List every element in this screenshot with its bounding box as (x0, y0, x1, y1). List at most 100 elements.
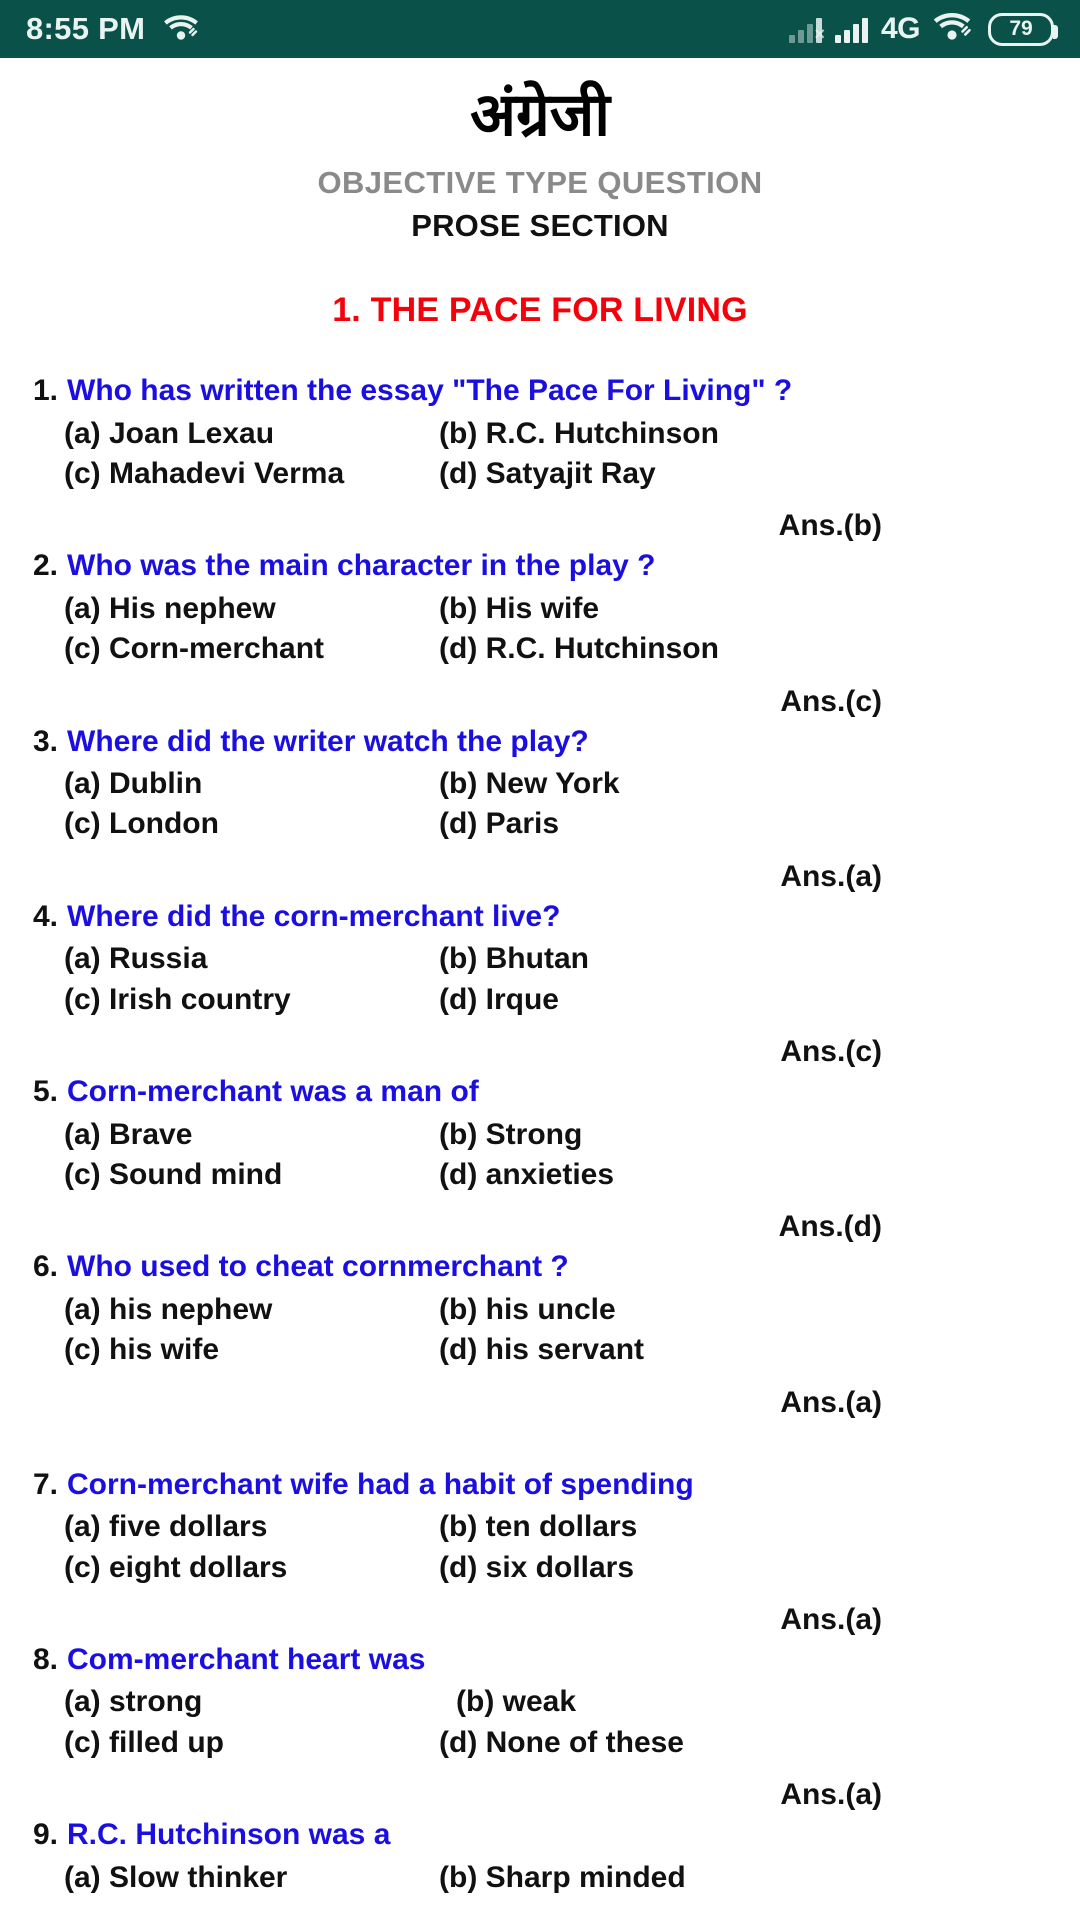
option-a[interactable]: (a) Slow thinker (64, 1859, 439, 1897)
question-number: 4. (32, 899, 58, 933)
option-row: (c) Irish country (d) Irque (0, 981, 1080, 1019)
question-item: 6. Who used to cheat cornmerchant ? (a) … (0, 1248, 1080, 1419)
option-group: (a) Russia (b) Bhutan (c) Irish country … (0, 940, 1080, 1019)
option-c[interactable]: (c) filled up (64, 1724, 439, 1762)
answer-row: Ans.(a) (0, 1778, 1080, 1812)
answer-label: Ans.(a) (780, 1778, 882, 1812)
option-d[interactable]: (d) Paris (439, 805, 559, 843)
status-bar-left: 8:55 PM (26, 11, 199, 47)
answer-row: Ans.(a) (0, 1386, 1080, 1420)
option-d[interactable]: (d) Satyajit Ray (439, 455, 656, 493)
option-row: (c) London (d) Paris (0, 805, 1080, 843)
question-item: 9. R.C. Hutchinson was a (a) Slow thinke… (0, 1816, 1080, 1897)
option-d[interactable]: (d) anxieties (439, 1156, 614, 1194)
wifi-link-icon (933, 12, 975, 47)
question-number: 5. (32, 1075, 58, 1109)
option-c[interactable]: (c) Sound mind (64, 1156, 439, 1194)
option-row: (c) filled up (d) None of these (0, 1724, 1080, 1762)
question-number: 2. (32, 549, 58, 583)
option-row: (a) Dublin (b) New York (0, 765, 1080, 803)
option-a[interactable]: (a) Brave (64, 1116, 439, 1154)
network-type-label: 4G (880, 12, 921, 45)
question-number: 3. (32, 724, 58, 758)
question-heading: 2. Who was the main character in the pla… (0, 547, 1080, 585)
question-item: 5. Corn-merchant was a man of (a) Brave … (0, 1073, 1080, 1244)
option-b[interactable]: (b) his uncle (439, 1291, 616, 1329)
question-number: 6. (32, 1250, 58, 1284)
question-number: 9. (32, 1818, 58, 1852)
status-bar-right: × 4G 79 (788, 12, 1058, 47)
option-d[interactable]: (d) six dollars (439, 1549, 634, 1587)
option-c[interactable]: (c) London (64, 805, 439, 843)
option-a[interactable]: (a) Russia (64, 940, 439, 978)
option-group: (a) Joan Lexau (b) R.C. Hutchinson (c) M… (0, 415, 1080, 494)
option-b[interactable]: (b) Strong (439, 1116, 582, 1154)
option-row: (a) Joan Lexau (b) R.C. Hutchinson (0, 415, 1080, 453)
question-text: Corn-merchant was a man of (67, 1075, 479, 1109)
option-b[interactable]: (b) Sharp minded (439, 1859, 686, 1897)
option-b[interactable]: (b) His wife (439, 590, 599, 628)
option-group: (a) Dublin (b) New York (c) London (d) P… (0, 765, 1080, 844)
option-c[interactable]: (c) eight dollars (64, 1549, 439, 1587)
option-row: (c) eight dollars (d) six dollars (0, 1549, 1080, 1587)
option-d[interactable]: (d) R.C. Hutchinson (439, 630, 719, 668)
option-d[interactable]: (d) his servant (439, 1331, 644, 1369)
option-a[interactable]: (a) strong (64, 1683, 456, 1721)
battery-level-label: 79 (1009, 17, 1033, 40)
question-item: 2. Who was the main character in the pla… (0, 547, 1080, 718)
option-row: (a) strong (b) weak (0, 1683, 1080, 1721)
option-b[interactable]: (b) ten dollars (439, 1508, 637, 1546)
chapter-title: 1. THE PACE FOR LIVING (332, 291, 748, 329)
option-c[interactable]: (c) Irish country (64, 981, 439, 1019)
option-d[interactable]: (d) None of these (439, 1724, 684, 1762)
option-c[interactable]: (c) his wife (64, 1331, 439, 1369)
answer-label: Ans.(c) (780, 684, 882, 718)
answer-label: Ans.(a) (780, 859, 882, 893)
option-group: (a) Brave (b) Strong (c) Sound mind (d) … (0, 1116, 1080, 1195)
answer-label: Ans.(b) (778, 509, 882, 543)
option-a[interactable]: (a) Joan Lexau (64, 415, 439, 453)
option-a[interactable]: (a) his nephew (64, 1291, 439, 1329)
option-row: (a) five dollars (b) ten dollars (0, 1508, 1080, 1546)
question-heading: 8. Com-merchant heart was (0, 1641, 1080, 1679)
page-title: अंग्रेजी (470, 81, 610, 148)
content-page: अंग्रेजी OBJECTIVE TYPE QUESTION PROSE S… (0, 80, 1080, 1897)
question-item: 1. Who has written the essay "The Pace F… (0, 372, 1080, 543)
option-c[interactable]: (c) Mahadevi Verma (64, 455, 439, 493)
option-b[interactable]: (b) R.C. Hutchinson (439, 415, 719, 453)
option-c[interactable]: (c) Corn-merchant (64, 630, 439, 668)
option-row: (a) Slow thinker (b) Sharp minded (0, 1859, 1080, 1897)
answer-row: Ans.(d) (0, 1210, 1080, 1244)
option-group: (a) Slow thinker (b) Sharp minded (0, 1859, 1080, 1897)
answer-label: Ans.(c) (780, 1035, 882, 1069)
question-number: 1. (32, 374, 58, 407)
question-item: 3. Where did the writer watch the play? … (0, 723, 1080, 894)
answer-row: Ans.(c) (0, 685, 1080, 719)
option-a[interactable]: (a) His nephew (64, 590, 439, 628)
answer-row: Ans.(c) (0, 1035, 1080, 1069)
question-heading: 4. Where did the corn-merchant live? (0, 898, 1080, 936)
question-list: 1. Who has written the essay "The Pace F… (0, 372, 1080, 1897)
wifi-icon (163, 13, 199, 46)
answer-row: Ans.(a) (0, 860, 1080, 894)
option-d[interactable]: (d) Irque (439, 981, 559, 1019)
subtitle: OBJECTIVE TYPE QUESTION (317, 165, 763, 200)
question-text: Com-merchant heart was (67, 1642, 426, 1676)
option-b[interactable]: (b) weak (456, 1683, 576, 1721)
option-row: (a) Russia (b) Bhutan (0, 940, 1080, 978)
option-b[interactable]: (b) New York (439, 765, 620, 803)
option-a[interactable]: (a) Dublin (64, 765, 439, 803)
option-row: (c) Mahadevi Verma (d) Satyajit Ray (0, 455, 1080, 493)
answer-label: Ans.(a) (780, 1602, 882, 1636)
option-row: (c) Sound mind (d) anxieties (0, 1156, 1080, 1194)
question-item: 8. Com-merchant heart was (a) strong (b)… (0, 1641, 1080, 1812)
question-text: R.C. Hutchinson was a (67, 1818, 391, 1852)
option-a[interactable]: (a) five dollars (64, 1508, 439, 1546)
clock: 8:55 PM (26, 11, 146, 46)
option-b[interactable]: (b) Bhutan (439, 940, 589, 978)
question-number: 7. (32, 1467, 58, 1501)
question-number: 8. (32, 1642, 58, 1676)
answer-row: Ans.(a) (0, 1603, 1080, 1637)
option-row: (a) Brave (b) Strong (0, 1116, 1080, 1154)
battery-indicator: 79 (988, 12, 1058, 46)
